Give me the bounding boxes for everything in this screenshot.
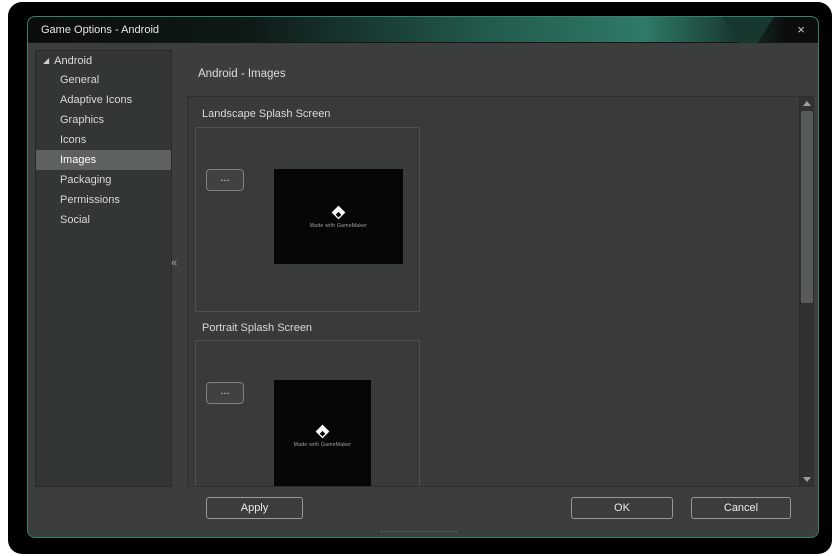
sidebar-item-permissions[interactable]: Permissions bbox=[36, 190, 171, 210]
tree-node-android[interactable]: ◢ Android bbox=[36, 51, 171, 70]
sidebar-item-label: Social bbox=[60, 214, 90, 226]
resize-grip[interactable] bbox=[381, 531, 457, 532]
titlebar[interactable]: Game Options - Android × bbox=[28, 17, 818, 43]
window-title: Game Options - Android bbox=[41, 23, 160, 36]
options-tree: ◢ Android General Adaptive Icons Graphic… bbox=[35, 50, 172, 487]
ok-button[interactable]: OK bbox=[571, 497, 673, 519]
sidebar-item-social[interactable]: Social bbox=[36, 210, 171, 230]
page-title: Android - Images bbox=[198, 68, 286, 80]
sidebar-item-adaptive-icons[interactable]: Adaptive Icons bbox=[36, 90, 171, 110]
vertical-scrollbar[interactable] bbox=[799, 97, 813, 486]
landscape-group-box: ... Made with GameMaker bbox=[195, 127, 420, 312]
cancel-button[interactable]: Cancel bbox=[691, 497, 791, 519]
images-panel: Landscape Splash Screen ... Made with Ga… bbox=[187, 96, 814, 487]
sidebar-item-label: Graphics bbox=[60, 114, 105, 126]
apply-button[interactable]: Apply bbox=[206, 497, 303, 519]
landscape-browse-button[interactable]: ... bbox=[206, 169, 244, 191]
portrait-splash-preview: Made with GameMaker bbox=[274, 380, 371, 486]
sidebar-item-general[interactable]: General bbox=[36, 70, 171, 90]
portrait-section-title: Portrait Splash Screen bbox=[202, 322, 313, 334]
sidebar-item-label: General bbox=[60, 74, 100, 86]
game-options-window: Game Options - Android × ◢ Android Gener… bbox=[27, 16, 819, 538]
titlebar-accent-shape bbox=[722, 17, 774, 43]
sidebar-item-packaging[interactable]: Packaging bbox=[36, 170, 171, 190]
sidebar-item-graphics[interactable]: Graphics bbox=[36, 110, 171, 130]
splash-caption: Made with GameMaker bbox=[309, 222, 368, 229]
portrait-browse-button[interactable]: ... bbox=[206, 382, 244, 404]
sidebar-item-icons[interactable]: Icons bbox=[36, 130, 171, 150]
tree-node-label: Android bbox=[54, 54, 93, 67]
sidebar-item-images[interactable]: Images bbox=[36, 150, 171, 170]
scroll-up-icon[interactable] bbox=[800, 97, 813, 110]
splash-caption: Made with GameMaker bbox=[293, 442, 352, 448]
landscape-section-title: Landscape Splash Screen bbox=[202, 108, 331, 120]
sidebar-item-label: Packaging bbox=[60, 174, 112, 186]
portrait-group-box: ... Made with GameMaker bbox=[195, 340, 420, 486]
scroll-down-icon[interactable] bbox=[800, 473, 813, 486]
sidebar-collapse-icon[interactable]: « bbox=[171, 257, 177, 269]
close-icon[interactable]: × bbox=[793, 22, 809, 38]
landscape-splash-preview: Made with GameMaker bbox=[274, 169, 403, 264]
sidebar-item-label: Permissions bbox=[60, 194, 120, 206]
sidebar-item-label: Icons bbox=[60, 134, 87, 146]
sidebar-item-label: Adaptive Icons bbox=[60, 94, 133, 106]
sidebar-item-label: Images bbox=[60, 154, 97, 166]
gamemaker-logo-icon bbox=[331, 205, 346, 219]
scrollbar-thumb[interactable] bbox=[801, 111, 813, 303]
screen-backdrop: Game Options - Android × ◢ Android Gener… bbox=[8, 2, 832, 554]
expander-icon[interactable]: ◢ bbox=[43, 56, 49, 65]
gamemaker-logo-icon bbox=[315, 424, 330, 439]
